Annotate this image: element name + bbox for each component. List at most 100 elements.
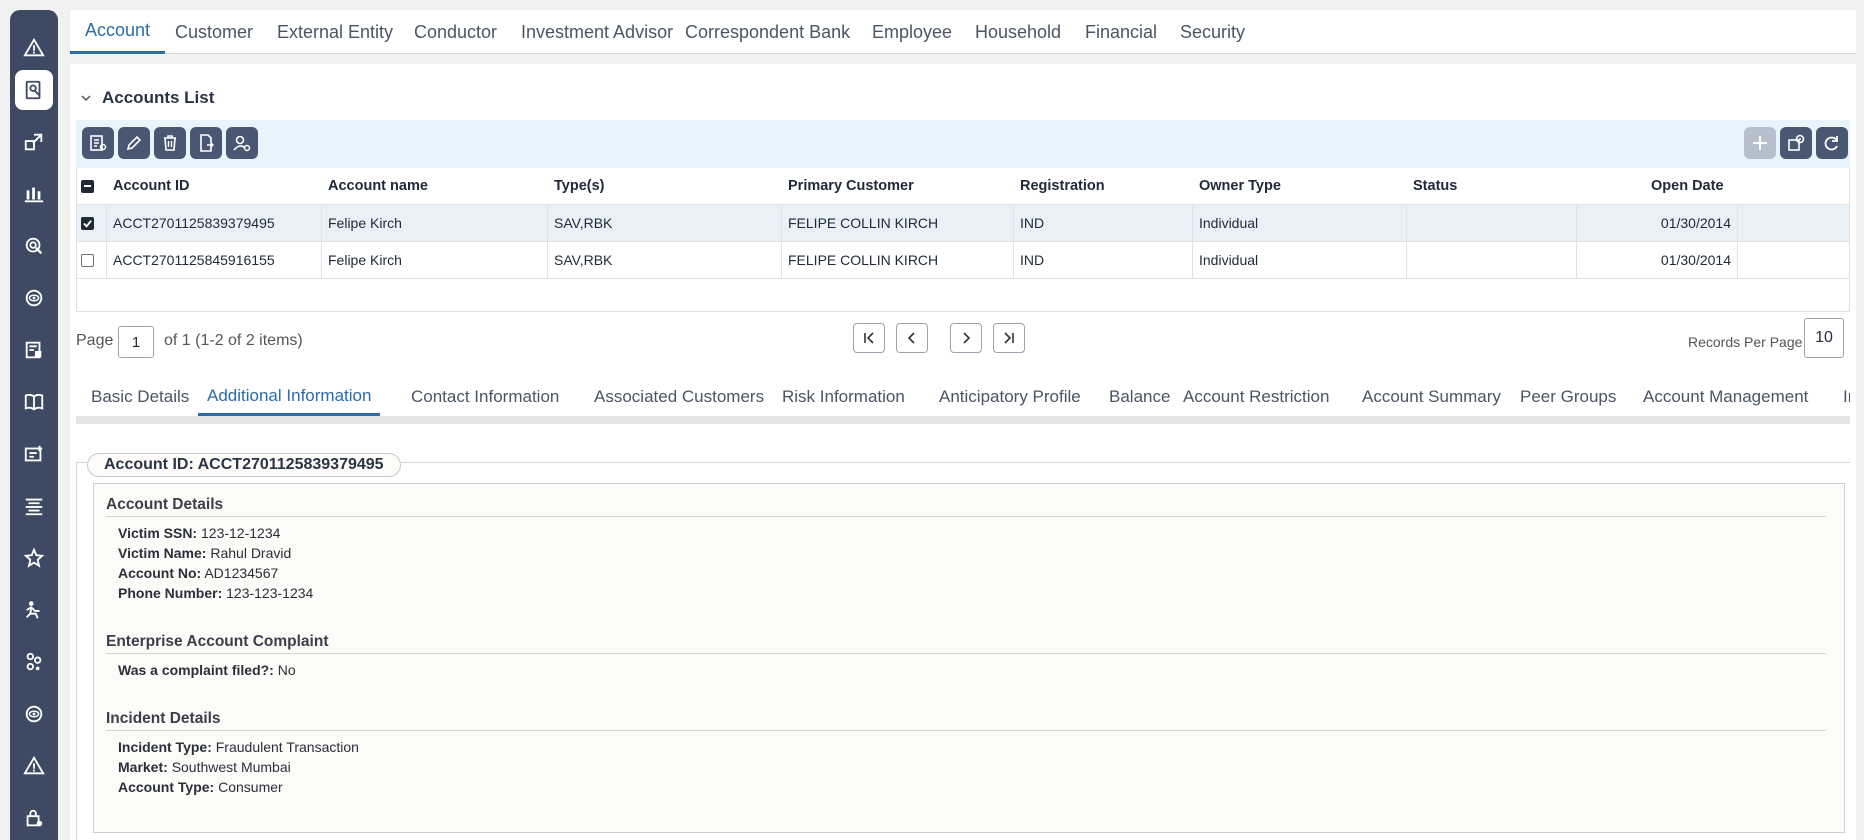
next-page-button[interactable] [950,323,982,353]
tab-employee[interactable]: Employee [857,10,967,54]
tab-risk-information[interactable]: Risk Information [773,378,914,416]
cell-open-date: 01/30/2014 [1577,205,1738,241]
cell-primary-customer: FELIPE COLLIN KIRCH [782,205,1014,241]
col-header-primary-customer[interactable]: Primary Customer [782,168,1014,204]
report-icon[interactable] [15,330,53,370]
message-icon[interactable] [15,434,53,474]
eye-cycle-icon[interactable] [15,278,53,318]
edit-icon [126,135,142,151]
field-label: Was a complaint filed?: [118,662,274,678]
field-complaint-filed: Was a complaint filed?: No [118,662,296,678]
delete-button[interactable] [154,127,186,159]
records-per-page-label: Records Per Page [1688,334,1803,350]
link-icon[interactable] [15,122,53,162]
page-number-input[interactable]: 1 [118,326,154,358]
row-checkbox[interactable] [77,242,107,278]
list-icon[interactable] [15,486,53,526]
chart-icon[interactable] [15,174,53,214]
tab-investment-advisor[interactable]: Investment Advisor [506,10,688,54]
tab-account-summary[interactable]: Account Summary [1353,378,1510,416]
edit-button[interactable] [118,127,150,159]
tab-household[interactable]: Household [960,10,1076,54]
people-icon[interactable] [15,642,53,682]
tab-external-entity[interactable]: External Entity [262,10,408,54]
cell-owner-type: Individual [1193,242,1407,278]
field-value: Southwest Mumbai [171,759,291,775]
col-header-account-id[interactable]: Account ID [107,168,322,204]
group-title-account-details: Account Details [106,496,1826,517]
tab-conductor[interactable]: Conductor [399,10,512,54]
col-header-types[interactable]: Type(s) [548,168,782,204]
export-icon [200,134,214,152]
tab-account[interactable]: Account [70,10,166,54]
view-details-button[interactable] [82,127,114,159]
cell-account-id: ACCT2701125839379495 [107,205,322,241]
previous-page-button[interactable] [896,323,928,353]
add-icon [1753,136,1767,150]
person-run-icon[interactable] [15,590,53,630]
field-value: 123-12-1234 [201,525,281,541]
left-navigation-rail [10,10,58,840]
tab-account-management[interactable]: Account Management [1634,378,1817,416]
chevron-down-icon [81,95,91,102]
table-row[interactable]: ACCT2701125839379495 Felipe Kirch SAV,RB… [77,205,1849,242]
select-all-checkbox[interactable] [77,168,107,204]
field-victim-ssn: Victim SSN: 123-12-1234 [118,525,280,541]
field-account-type: Account Type: Consumer [118,779,283,795]
tab-security[interactable]: Security [1165,10,1260,54]
field-incident-type: Incident Type: Fraudulent Transaction [118,739,359,755]
tab-account-restriction[interactable]: Account Restriction [1174,378,1338,416]
field-value: No [277,662,296,678]
cell-account-id: ACCT2701125845916155 [107,242,322,278]
col-header-status[interactable]: Status [1407,168,1577,204]
assign-icon [233,135,251,152]
book-icon[interactable] [15,382,53,422]
cell-account-name: Felipe Kirch [322,242,548,278]
settings-button[interactable] [1780,127,1812,159]
search-profile-icon[interactable] [15,70,53,110]
alert-icon[interactable] [15,746,53,786]
alert-icon[interactable] [15,28,53,68]
last-page-button[interactable] [993,323,1025,353]
star-icon[interactable] [15,538,53,578]
assign-button[interactable] [226,127,258,159]
eye-cycle-icon[interactable] [15,694,53,734]
field-value: Consumer [218,779,283,795]
cell-registration: IND [1014,205,1193,241]
tab-customer[interactable]: Customer [160,10,268,54]
tab-correspondent-bank[interactable]: Correspondent Bank [670,10,865,54]
last-page-icon [1004,332,1014,344]
tab-peer-groups[interactable]: Peer Groups [1511,378,1625,416]
tab-financial[interactable]: Financial [1070,10,1172,54]
row-checkbox[interactable] [77,205,107,241]
col-header-registration[interactable]: Registration [1014,168,1193,204]
export-button[interactable] [190,127,222,159]
tab-balance[interactable]: Balance [1100,378,1179,416]
tab-contact-information[interactable]: Contact Information [402,378,568,416]
col-header-open-date[interactable]: Open Date [1645,168,1805,204]
lock-icon[interactable] [15,798,53,838]
col-header-account-name[interactable]: Account name [322,168,548,204]
first-page-button[interactable] [853,323,885,353]
field-phone-number: Phone Number: 123-123-1234 [118,585,313,601]
table-row[interactable]: ACCT2701125845916155 Felipe Kirch SAV,RB… [77,242,1849,279]
group-title-incident-details: Incident Details [106,710,1826,731]
additional-information-panel: Account ID: ACCT2701125839379495 Account… [76,453,1850,840]
target-icon[interactable] [15,226,53,266]
tab-associated-customers[interactable]: Associated Customers [585,378,773,416]
col-header-owner-type[interactable]: Owner Type [1193,168,1407,204]
field-label: Victim SSN: [118,525,198,541]
records-per-page-select[interactable]: 10 [1804,318,1844,358]
tab-anticipatory-profile[interactable]: Anticipatory Profile [930,378,1090,416]
field-market: Market: Southwest Mumbai [118,759,291,775]
main-panel: Accounts List Account ID Account name Ty… [70,64,1856,840]
add-button[interactable] [1744,127,1776,159]
cell-account-name: Felipe Kirch [322,205,548,241]
tab-basic-details[interactable]: Basic Details [82,378,198,416]
refresh-button[interactable] [1816,127,1848,159]
cell-owner-type: Individual [1193,205,1407,241]
accounts-list-header[interactable]: Accounts List [80,88,214,108]
tab-investment-overflow[interactable]: Inv [1834,378,1850,416]
refresh-icon [1824,136,1838,151]
tab-additional-information[interactable]: Additional Information [198,378,381,416]
